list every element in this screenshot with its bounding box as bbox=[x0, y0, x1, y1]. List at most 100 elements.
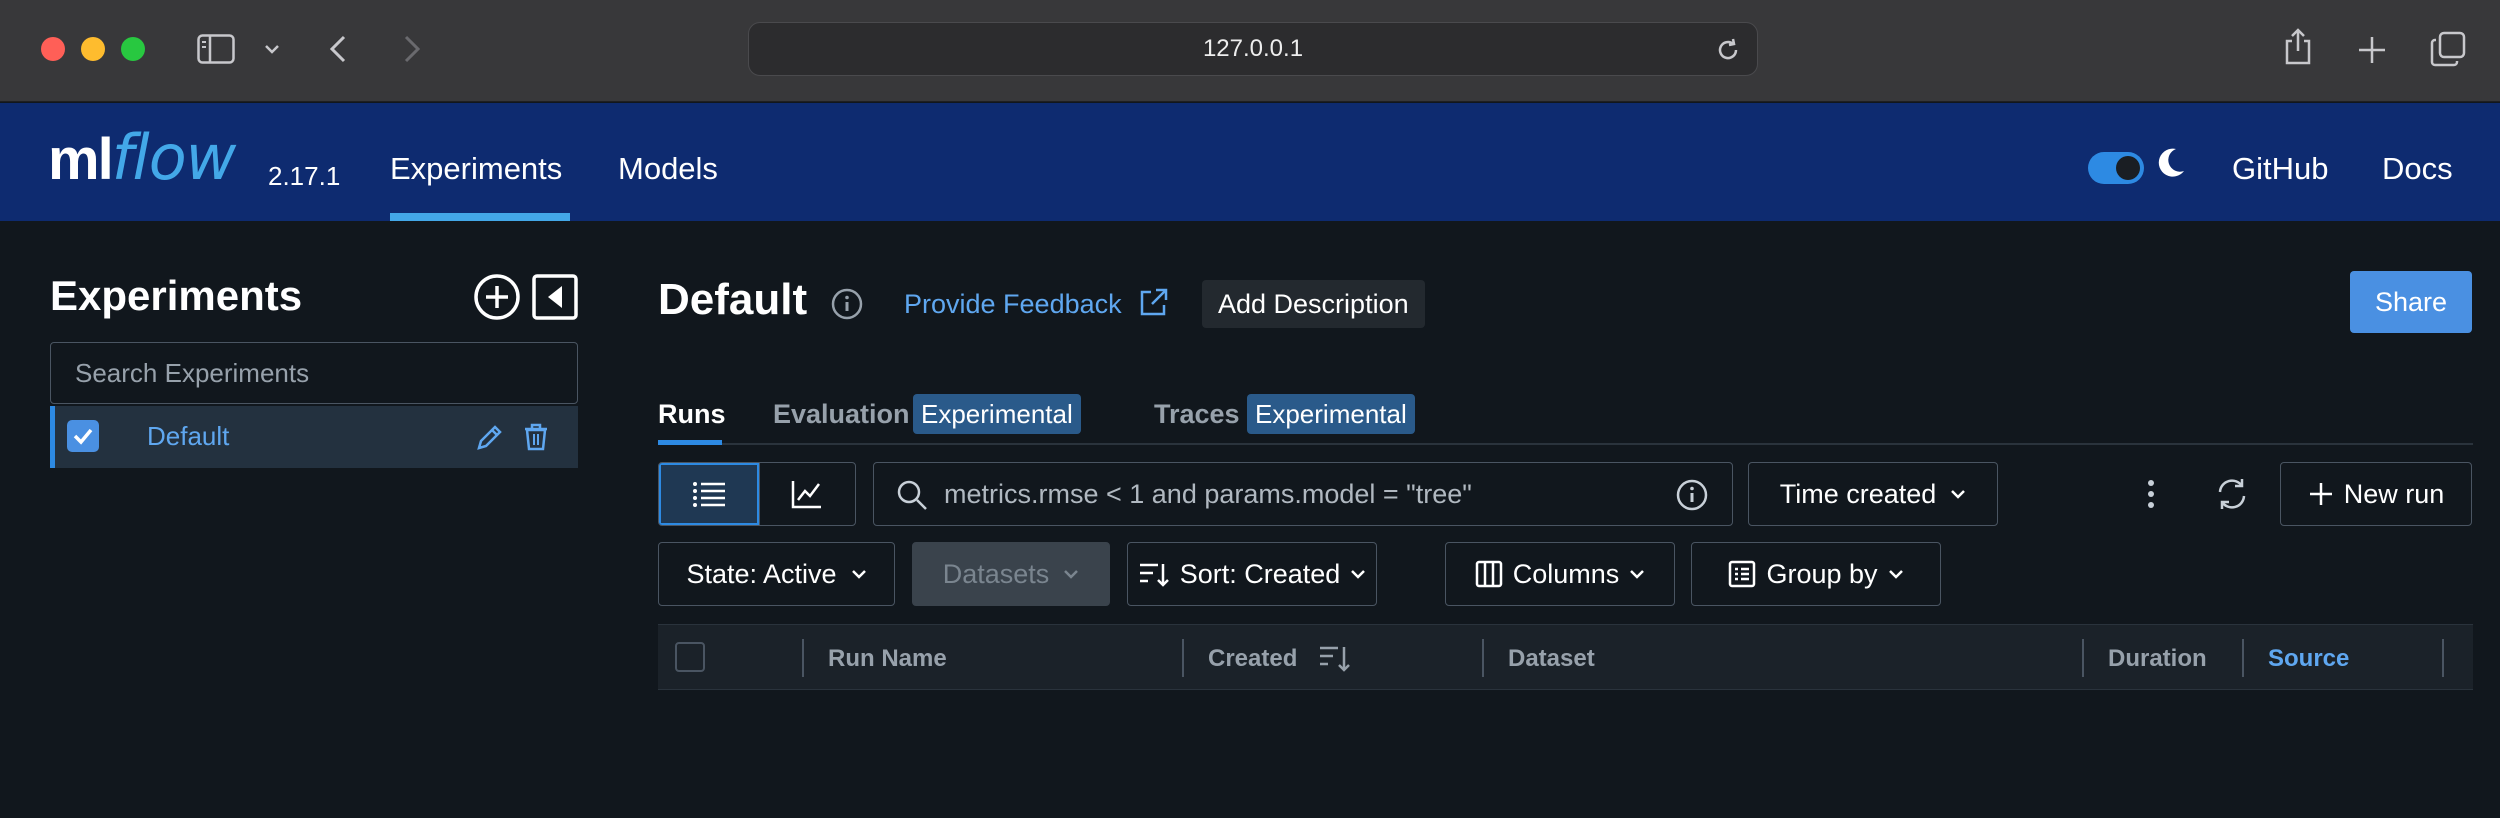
share-icon[interactable] bbox=[2280, 26, 2316, 68]
reload-icon[interactable] bbox=[1715, 37, 1741, 68]
delete-experiment-icon[interactable] bbox=[523, 422, 549, 457]
provide-feedback-link[interactable]: Provide Feedback bbox=[904, 289, 1122, 320]
sort-icon bbox=[1139, 563, 1169, 587]
plus-circle-icon bbox=[474, 274, 520, 320]
runs-table-header: Run Name Created Dataset Duration Source bbox=[658, 624, 2473, 690]
experimental-badge: Experimental bbox=[913, 394, 1081, 434]
collapse-sidebar-button[interactable] bbox=[530, 272, 580, 322]
collapse-left-icon bbox=[532, 274, 578, 320]
back-icon[interactable] bbox=[326, 32, 350, 66]
group-by-label: Group by bbox=[1766, 558, 1878, 589]
time-created-label: Time created bbox=[1779, 478, 1937, 509]
url-text: 127.0.0.1 bbox=[1202, 35, 1304, 62]
logo-ml: ml bbox=[48, 127, 114, 192]
sort-descending-icon[interactable] bbox=[1318, 643, 1352, 678]
datasets-select[interactable]: Datasets bbox=[912, 542, 1110, 606]
experiment-name[interactable]: Default bbox=[147, 421, 229, 452]
run-filter-input[interactable] bbox=[944, 478, 1732, 510]
chart-view-button[interactable] bbox=[758, 463, 856, 525]
nav-experiments[interactable]: Experiments bbox=[390, 151, 562, 187]
nav-models[interactable]: Models bbox=[618, 151, 718, 187]
checkmark-icon bbox=[73, 428, 93, 445]
column-created[interactable]: Created bbox=[1208, 645, 1297, 673]
chevron-down-icon[interactable] bbox=[262, 38, 282, 60]
add-description-button[interactable]: Add Description bbox=[1202, 280, 1425, 328]
group-icon bbox=[1729, 560, 1756, 588]
columns-icon bbox=[1475, 560, 1502, 588]
chevron-down-icon bbox=[1351, 570, 1366, 579]
group-by-select[interactable]: Group by bbox=[1691, 542, 1941, 606]
run-filter-field[interactable] bbox=[873, 462, 1733, 526]
moon-icon bbox=[2156, 147, 2186, 184]
tab-evaluation[interactable]: Evaluation bbox=[773, 399, 910, 430]
info-icon[interactable] bbox=[830, 287, 864, 321]
plus-icon bbox=[2309, 483, 2332, 505]
zoom-window-button[interactable] bbox=[121, 37, 145, 61]
forward-icon[interactable] bbox=[400, 32, 424, 66]
search-icon bbox=[896, 479, 928, 516]
new-run-button[interactable]: New run bbox=[2280, 462, 2472, 526]
column-resizer[interactable] bbox=[1182, 639, 1184, 677]
column-resizer[interactable] bbox=[2082, 639, 2084, 677]
columns-label: Columns bbox=[1512, 558, 1620, 589]
search-experiments-input[interactable] bbox=[75, 357, 553, 389]
select-all-checkbox[interactable] bbox=[675, 642, 705, 672]
table-view-button[interactable] bbox=[659, 463, 759, 525]
logo-flow: flow bbox=[111, 121, 237, 194]
chevron-down-icon bbox=[1951, 490, 1966, 499]
mlflow-logo[interactable]: ml flow bbox=[48, 121, 237, 194]
filter-info-icon[interactable] bbox=[1676, 479, 1708, 516]
create-experiment-button[interactable] bbox=[472, 272, 522, 322]
columns-select[interactable]: Columns bbox=[1445, 542, 1675, 606]
edit-experiment-icon[interactable] bbox=[475, 422, 505, 457]
more-options-icon[interactable] bbox=[2136, 474, 2166, 514]
minimize-window-button[interactable] bbox=[81, 37, 105, 61]
github-link[interactable]: GitHub bbox=[2232, 151, 2328, 187]
datasets-label: Datasets bbox=[942, 558, 1050, 589]
tab-active-indicator bbox=[658, 440, 722, 445]
address-bar[interactable]: 127.0.0.1 bbox=[748, 22, 1758, 76]
toggle-knob bbox=[2116, 156, 2140, 180]
docs-link[interactable]: Docs bbox=[2382, 151, 2453, 187]
browser-toolbar: 127.0.0.1 bbox=[0, 0, 2500, 102]
sort-label: Sort: Created bbox=[1179, 558, 1341, 589]
column-resizer[interactable] bbox=[2242, 639, 2244, 677]
tab-runs[interactable]: Runs bbox=[658, 399, 726, 430]
nav-active-indicator bbox=[390, 213, 570, 221]
dark-mode-toggle[interactable] bbox=[2088, 152, 2144, 184]
chevron-down-icon bbox=[1888, 570, 1903, 579]
page-title: Default bbox=[658, 275, 808, 324]
state-filter-label: State: Active bbox=[686, 558, 837, 589]
experiment-list-item[interactable]: Default bbox=[50, 406, 578, 468]
chevron-down-icon bbox=[851, 570, 866, 579]
experimental-badge: Experimental bbox=[1247, 394, 1415, 434]
sort-select[interactable]: Sort: Created bbox=[1127, 542, 1377, 606]
tab-overview-icon[interactable] bbox=[2428, 30, 2468, 68]
column-resizer[interactable] bbox=[2442, 639, 2444, 677]
column-duration[interactable]: Duration bbox=[2108, 645, 2207, 673]
tabs-divider bbox=[658, 443, 2473, 445]
column-dataset[interactable]: Dataset bbox=[1508, 645, 1595, 673]
line-chart-icon bbox=[792, 481, 822, 509]
view-mode-switch bbox=[658, 462, 856, 526]
column-source[interactable]: Source bbox=[2268, 645, 2349, 673]
state-filter-select[interactable]: State: Active bbox=[658, 542, 895, 606]
app-header: ml flow 2.17.1 Experiments Models GitHub… bbox=[0, 103, 2500, 221]
close-window-button[interactable] bbox=[41, 37, 65, 61]
sidebar-title: Experiments bbox=[50, 272, 303, 319]
search-experiments-field[interactable] bbox=[50, 342, 578, 404]
list-icon bbox=[692, 482, 725, 507]
external-link-icon[interactable] bbox=[1137, 287, 1169, 324]
time-created-select[interactable]: Time created bbox=[1748, 462, 1998, 526]
chevron-down-icon bbox=[1630, 570, 1645, 579]
column-resizer[interactable] bbox=[802, 639, 804, 677]
share-button[interactable]: Share bbox=[2350, 271, 2472, 333]
tab-traces[interactable]: Traces bbox=[1154, 399, 1240, 430]
experiment-checkbox[interactable] bbox=[67, 420, 99, 452]
sidebar-toggle-icon[interactable] bbox=[196, 32, 236, 66]
column-resizer[interactable] bbox=[1482, 639, 1484, 677]
version-label: 2.17.1 bbox=[268, 161, 341, 191]
refresh-icon[interactable] bbox=[2214, 476, 2250, 512]
column-run-name[interactable]: Run Name bbox=[828, 645, 947, 673]
new-tab-icon[interactable] bbox=[2354, 32, 2390, 68]
